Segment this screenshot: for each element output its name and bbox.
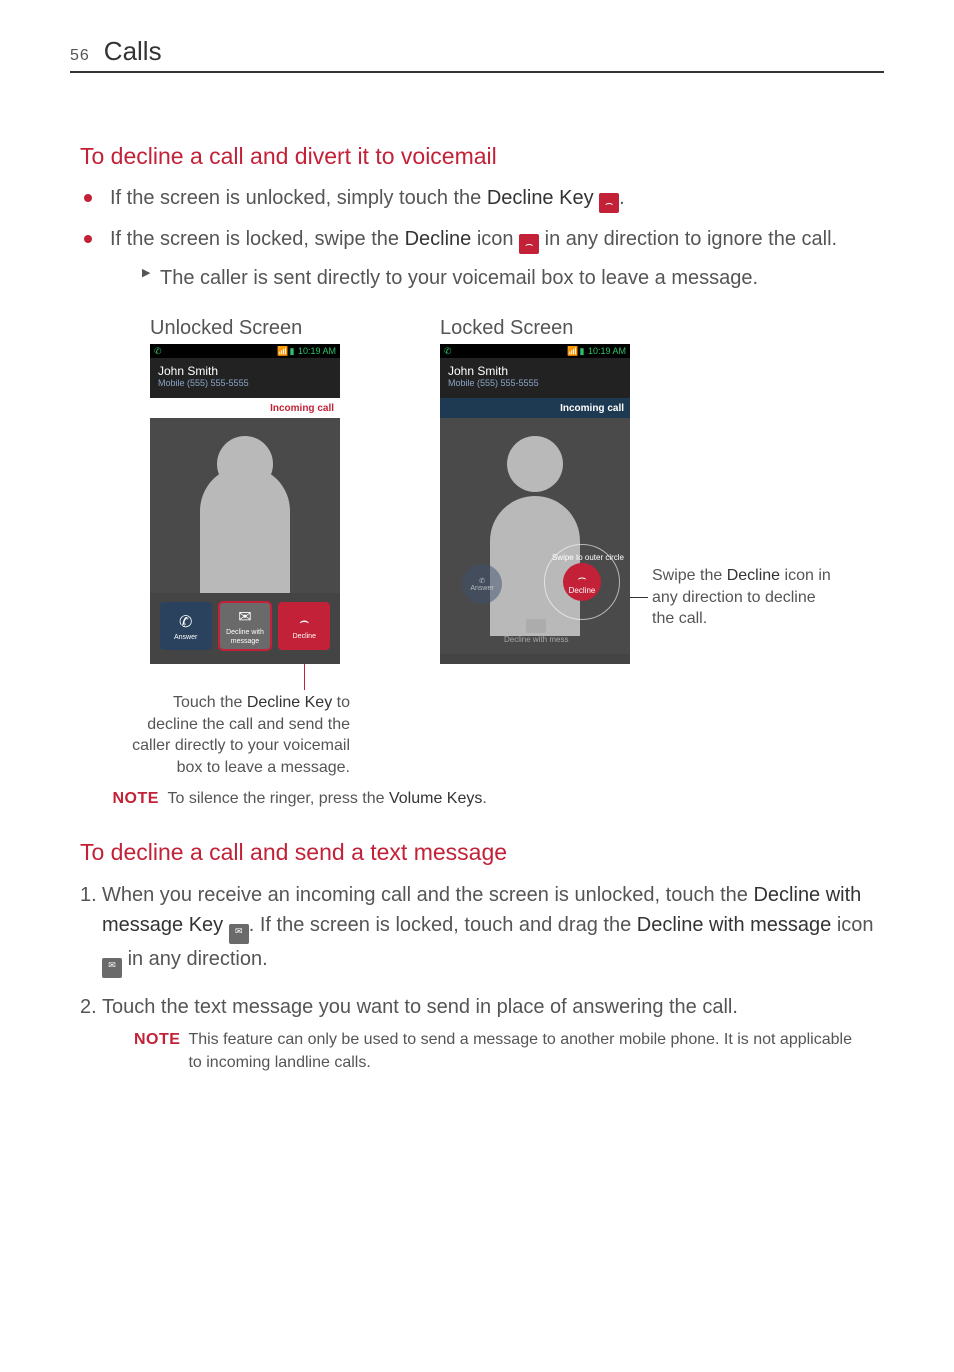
text: Touch the text message you want to send … — [102, 996, 738, 1018]
figure-label-locked: Locked Screen — [440, 317, 573, 340]
header-title: Calls — [104, 36, 162, 67]
text: icon — [837, 914, 874, 936]
note-silence-ringer: NOTE To silence the ringer, press the Vo… — [108, 788, 884, 810]
status-bar: ✆ 📶▮ 10:19 AM — [150, 344, 340, 358]
decline-button[interactable]: ⌢ Decline — [278, 602, 330, 650]
text: If the screen is locked, swipe the — [110, 228, 405, 250]
step-item: 2. Touch the text message you want to se… — [80, 992, 884, 1074]
contact-photo-area: Swipe to outer circle ✆ Answer ⌢ Decline — [440, 418, 630, 654]
leader-line — [630, 597, 648, 598]
text: . If the screen is locked, touch and dra… — [249, 914, 637, 936]
bullet-item: If the screen is locked, swipe the Decli… — [80, 225, 884, 293]
status-time: 10:19 AM — [588, 346, 626, 356]
caller-number: Mobile (555) 555-5555 — [158, 378, 332, 388]
wifi-signal-battery-icons: 📶▮ — [277, 346, 295, 356]
section-title-decline-text: To decline a call and send a text messag… — [80, 839, 884, 866]
incoming-call-banner: Incoming call — [440, 398, 630, 418]
decline-with-message-icon: ✉ — [102, 958, 122, 978]
msg-label-2: message — [231, 638, 259, 645]
call-button-row: ✆ Answer ✉ Decline with message ⌢ Declin… — [150, 602, 340, 650]
text: in any direction. — [128, 948, 268, 970]
figure-label-unlocked: Unlocked Screen — [150, 317, 302, 340]
text: . — [619, 187, 625, 209]
answer-button[interactable]: ✆ Answer — [160, 602, 212, 650]
step-item: 1. When you receive an incoming call and… — [80, 880, 884, 978]
note-label: NOTE — [112, 790, 158, 807]
decline-text: Decline — [405, 228, 472, 250]
answer-label: Answer — [174, 634, 197, 641]
text: If the screen is unlocked, simply touch … — [110, 187, 487, 209]
contact-photo-area — [150, 418, 340, 593]
note-text: This feature can only be used to send a … — [188, 1028, 884, 1074]
numbered-list: 1. When you receive an incoming call and… — [70, 880, 884, 1074]
phone-down-icon: ⌢ — [577, 569, 586, 586]
answer-label: Answer — [470, 585, 493, 592]
decline-label: Decline — [569, 586, 596, 595]
message-icon: ✉ — [238, 607, 251, 627]
figure-unlocked: Unlocked Screen ✆ 📶▮ 10:19 AM John Smith… — [150, 317, 350, 778]
volume-keys-text: Volume Keys — [389, 790, 482, 807]
decline-key-text: Decline Key — [487, 187, 594, 209]
page-number: 56 — [70, 47, 90, 65]
msg-faint-label: Decline with mess — [504, 635, 568, 644]
wifi-signal-battery-icons: 📶▮ — [567, 346, 585, 356]
locked-annotation: Swipe the Decline icon in any direction … — [630, 565, 842, 630]
figure-locked: Locked Screen ✆ 📶▮ 10:19 AM John Smith M… — [440, 317, 630, 664]
decline-with-message-text: Decline with message — [637, 914, 832, 936]
message-icon — [526, 619, 546, 633]
note-mobile-only: NOTE This feature can only be used to se… — [134, 1028, 884, 1074]
caller-number: Mobile (555) 555-5555 — [448, 378, 622, 388]
decline-key-icon: ⌢ — [599, 193, 619, 213]
sub-list: The caller is sent directly to your voic… — [110, 264, 884, 293]
decline-swipe-icon: ⌢ — [519, 234, 539, 254]
phone-status-icon: ✆ — [154, 346, 162, 357]
text: icon — [477, 228, 519, 250]
caller-info: John Smith Mobile (555) 555-5555 — [150, 358, 340, 398]
text: When you receive an incoming call and th… — [102, 884, 753, 906]
decline-with-message-button[interactable]: ✉ Decline with message — [219, 602, 271, 650]
status-time: 10:19 AM — [298, 346, 336, 356]
note-text: To silence the ringer, press the — [168, 790, 389, 807]
answer-swipe-target[interactable]: ✆ Answer — [462, 564, 502, 604]
step-number: 1. — [80, 880, 97, 910]
caller-name: John Smith — [158, 364, 332, 378]
silhouette-head — [507, 436, 563, 492]
phone-icon: ✆ — [479, 577, 485, 585]
figure-locked-wrap: Locked Screen ✆ 📶▮ 10:19 AM John Smith M… — [440, 317, 842, 664]
status-bar: ✆ 📶▮ 10:19 AM — [440, 344, 630, 358]
unlocked-caption: Touch the Decline Key to decline the cal… — [120, 692, 350, 778]
locked-caption: Swipe the Decline icon in any direction … — [652, 565, 842, 630]
decline-with-message-key-icon: ✉ — [229, 924, 249, 944]
text: in any direction to ignore the call. — [545, 228, 837, 250]
bullet-list: If the screen is unlocked, simply touch … — [70, 184, 884, 293]
note-label: NOTE — [134, 1028, 180, 1074]
step-number: 2. — [80, 992, 97, 1022]
bullet-item: If the screen is unlocked, simply touch … — [80, 184, 884, 213]
msg-label-1: Decline with — [226, 629, 264, 636]
figure-row: Unlocked Screen ✆ 📶▮ 10:19 AM John Smith… — [150, 317, 884, 778]
decline-with-message-swipe-target[interactable]: Decline with mess — [504, 619, 568, 644]
phone-icon: ✆ — [179, 612, 192, 632]
section-title-decline-voicemail: To decline a call and divert it to voice… — [80, 143, 884, 170]
caller-name: John Smith — [448, 364, 622, 378]
incoming-call-banner: Incoming call — [150, 398, 340, 418]
manual-page: 56 Calls To decline a call and divert it… — [0, 0, 954, 1372]
page-header: 56 Calls — [70, 36, 884, 73]
decline-label: Decline — [293, 633, 316, 640]
decline-swipe-target[interactable]: ⌢ Decline — [563, 563, 601, 601]
caller-info: John Smith Mobile (555) 555-5555 — [440, 358, 630, 398]
phone-down-icon: ⌢ — [299, 613, 310, 631]
sub-item: The caller is sent directly to your voic… — [142, 264, 884, 293]
phone-screenshot-unlocked: ✆ 📶▮ 10:19 AM John Smith Mobile (555) 55… — [150, 344, 340, 664]
phone-screenshot-locked: ✆ 📶▮ 10:19 AM John Smith Mobile (555) 55… — [440, 344, 630, 664]
decline-swipe-ring[interactable]: ⌢ Decline — [544, 544, 620, 620]
silhouette-head — [217, 436, 273, 492]
leader-line — [304, 664, 305, 690]
phone-status-icon: ✆ — [444, 346, 452, 357]
